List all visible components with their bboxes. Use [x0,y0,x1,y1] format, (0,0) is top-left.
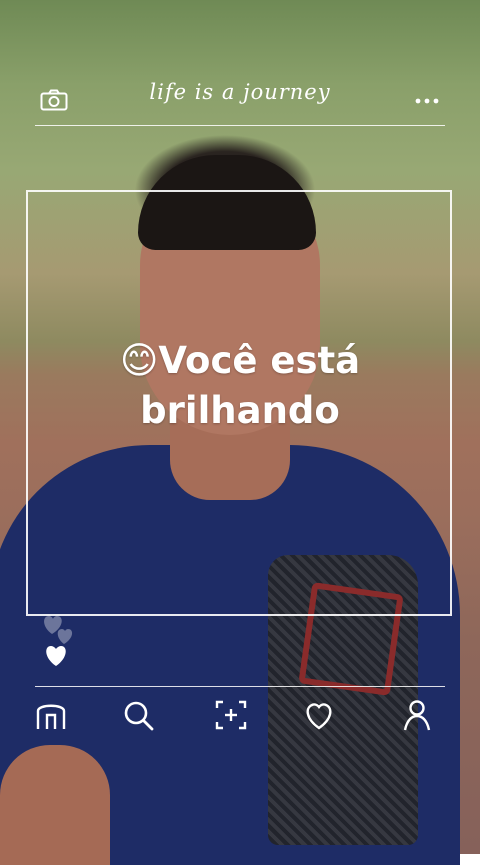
caption-text: 😊Você está brilhando [60,336,420,436]
photo-arm [0,745,110,865]
heart-filled-icon [46,646,66,666]
add-post-icon[interactable] [214,698,248,732]
caption-line-1: 😊Você está [119,339,361,382]
reaction-hearts [44,616,73,666]
profile-icon[interactable] [400,698,434,732]
home-icon[interactable] [34,698,68,732]
more-dots-icon[interactable] [414,96,440,106]
search-icon[interactable] [121,698,155,732]
top-divider [35,125,445,126]
bottom-divider [35,686,445,687]
top-bar: life is a journey [0,0,480,130]
camera-icon[interactable] [40,89,68,111]
tagline-text: life is a journey [149,80,331,104]
bottom-nav [0,680,480,740]
caption-line-2: brilhando [140,389,340,432]
heart-faint-icon [57,629,73,644]
heart-icon[interactable] [302,698,336,732]
